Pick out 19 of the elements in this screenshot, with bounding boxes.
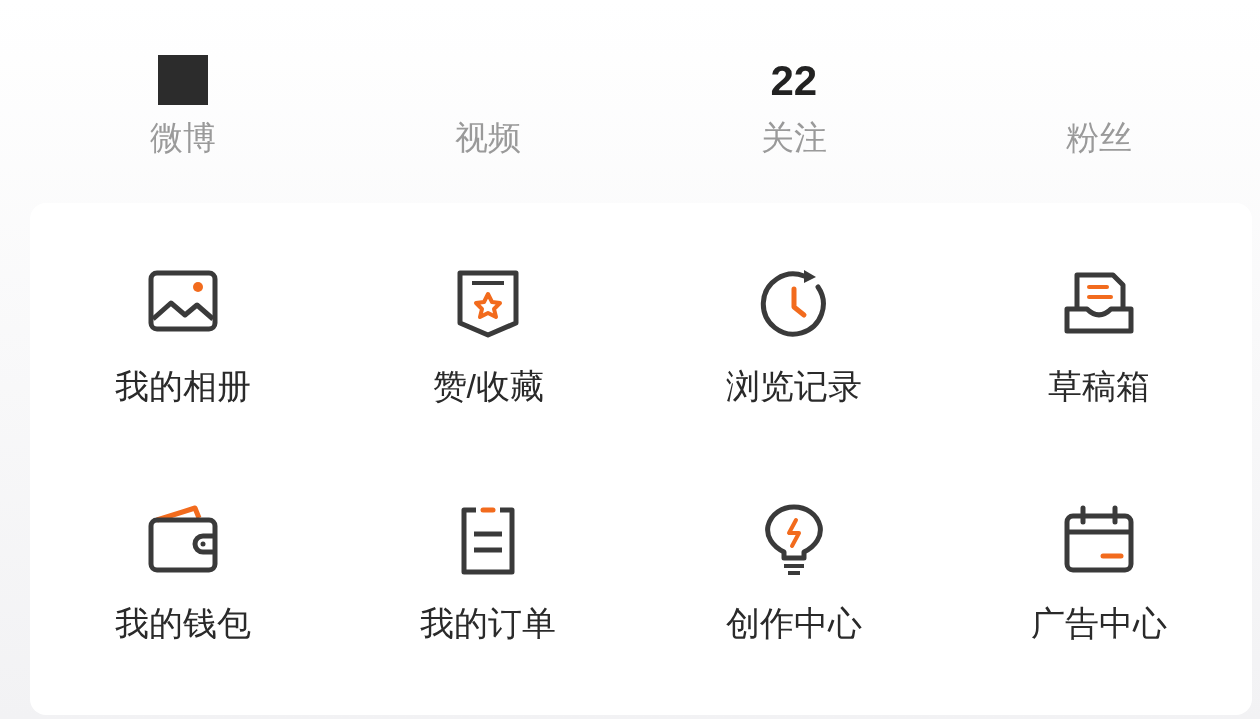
stat-count: 22 [770,55,818,106]
menu-item[interactable]: 我的相册 [30,221,336,458]
calendar-icon [1063,504,1136,576]
menu-item[interactable]: 草稿箱 [946,221,1252,458]
menu-label: 赞/收藏 [432,366,544,407]
menu-item[interactable]: 浏览记录 [641,221,947,458]
menu-label: 浏览记录 [725,366,862,407]
wallet-icon [146,504,219,576]
menu-label: 创作中心 [725,603,862,644]
menu-label: 我的钱包 [114,603,251,644]
menu-item[interactable]: 我的订单 [335,458,641,695]
menu-item[interactable]: 赞/收藏 [335,221,641,458]
menu-label: 广告中心 [1031,603,1168,644]
menu-label: 我的订单 [420,603,557,644]
menu-label: 草稿箱 [1048,366,1151,407]
menu-label: 我的相册 [114,366,251,407]
menu-item[interactable]: 广告中心 [946,458,1252,695]
menu-item[interactable]: 创作中心 [641,458,947,695]
menu-item[interactable]: 我的钱包 [30,458,336,695]
